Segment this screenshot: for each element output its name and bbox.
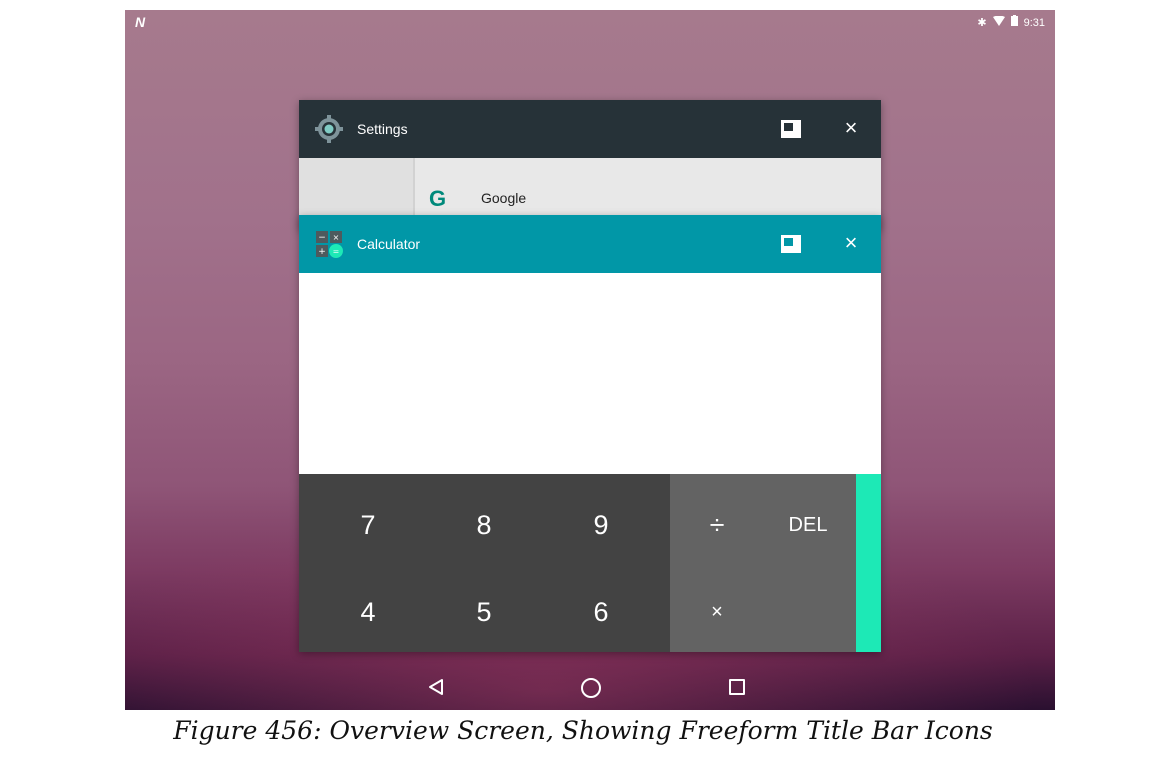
calculator-title: Calculator [357, 236, 421, 252]
settings-close-button[interactable]: × [839, 116, 863, 140]
settings-gear-icon [315, 115, 343, 143]
key-delete[interactable]: DEL [768, 505, 848, 545]
clock: 9:31 [1023, 16, 1045, 29]
key-5[interactable]: 5 [444, 592, 524, 632]
google-icon: G [429, 186, 447, 211]
svg-text:−: − [318, 233, 326, 243]
battery-icon [1010, 15, 1018, 30]
svg-text:+: + [318, 247, 326, 257]
back-icon[interactable] [428, 678, 444, 696]
advanced-pad-handle[interactable] [856, 474, 881, 652]
device-screen: N ✱ 9:31 Settings × G Google − × + = Cal… [125, 10, 1055, 710]
key-4[interactable]: 4 [328, 592, 408, 632]
status-icons: ✱ 9:31 [977, 15, 1045, 30]
home-icon[interactable] [581, 678, 601, 698]
key-9[interactable]: 9 [561, 505, 641, 545]
notification-logo: N [135, 14, 146, 30]
bluetooth-icon: ✱ [977, 16, 987, 29]
number-pad: 7 8 9 4 5 6 [299, 474, 670, 652]
calculator-display [299, 273, 881, 474]
navigation-bar [125, 668, 1055, 710]
calculator-close-button[interactable]: × [839, 231, 863, 255]
wifi-icon [992, 15, 1005, 30]
key-divide[interactable]: ÷ [677, 505, 757, 545]
figure-caption: Figure 456: Overview Screen, Showing Fre… [173, 716, 993, 745]
settings-title-bar[interactable]: Settings × [299, 100, 881, 158]
status-bar: N ✱ 9:31 [125, 10, 1055, 34]
calculator-title-bar[interactable]: − × + = Calculator × [299, 215, 881, 273]
key-multiply[interactable]: × [677, 592, 757, 632]
calculator-window[interactable]: − × + = Calculator × 7 8 9 4 5 6 ÷ DEL × [299, 215, 881, 652]
settings-freeform-maximize-button[interactable] [781, 120, 801, 138]
svg-text:×: × [333, 233, 340, 242]
settings-window[interactable]: Settings × G Google [299, 100, 881, 230]
settings-title: Settings [357, 121, 408, 137]
operator-pad: ÷ DEL × [670, 474, 856, 652]
key-8[interactable]: 8 [444, 505, 524, 545]
key-6[interactable]: 6 [561, 592, 641, 632]
calculator-freeform-maximize-button[interactable] [781, 235, 801, 253]
calculator-app-icon: − × + = [316, 231, 343, 258]
key-7[interactable]: 7 [328, 505, 408, 545]
svg-text:=: = [333, 247, 340, 256]
settings-item-google[interactable]: Google [481, 190, 526, 206]
recents-icon[interactable] [729, 679, 745, 695]
